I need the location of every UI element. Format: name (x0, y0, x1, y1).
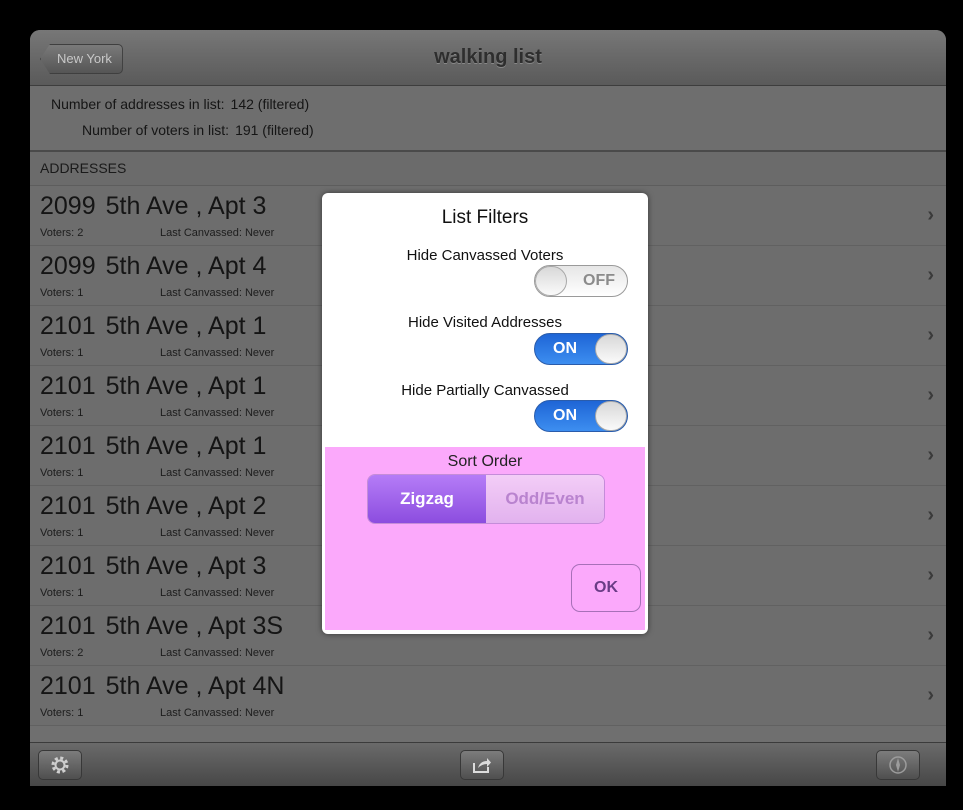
sort-order-segmented-control: Zigzag Odd/Even (367, 474, 605, 524)
address-text: 2099 5th Ave , Apt 4 (40, 252, 266, 281)
street-unit: 5th Ave , Apt 2 (105, 492, 267, 520)
address-row[interactable]: 2101 5th Ave , Apt 4N Voters: 1 Last Canvas… (30, 666, 946, 726)
settings-button[interactable] (38, 750, 82, 780)
compass-icon (889, 756, 907, 774)
last-canvassed: Last Canvassed: Never (160, 467, 275, 479)
street-unit: 5th Ave , Apt 3S (105, 612, 284, 640)
hide-partially-canvassed-label: Hide Partially Canvassed (401, 382, 569, 399)
address-count-line: Number of addresses in list: 142 (filtere… (51, 96, 309, 112)
navigation-bar: New York walking list (30, 30, 946, 86)
list-filters-dialog: List Filters Hide Canvassed Voters OFF H… (322, 193, 648, 634)
last-canvassed: Last Canvassed: Never (160, 227, 275, 239)
voter-count: Voters: 1 (40, 347, 84, 359)
voter-count: Voters: 2 (40, 227, 84, 239)
street-unit: 5th Ave , Apt 1 (105, 432, 267, 460)
hide-canvassed-voters-switch[interactable]: OFF (534, 265, 628, 297)
street-unit: 5th Ave , Apt 3 (105, 552, 267, 580)
hide-visited-addresses-label: Hide Visited Addresses (408, 314, 562, 331)
switch-knob (595, 334, 627, 364)
chevron-right-icon: › (927, 564, 934, 586)
last-canvassed: Last Canvassed: Never (160, 647, 275, 659)
hide-partially-canvassed-switch[interactable]: ON (534, 400, 628, 432)
switch-state-label: ON (553, 340, 577, 357)
address-text: 2101 5th Ave , Apt 2 (40, 492, 266, 521)
switch-state-label: ON (553, 407, 577, 424)
bottom-toolbar (30, 742, 946, 786)
sort-order-label: Sort Order (447, 453, 523, 470)
voter-count: Voters: 1 (40, 707, 84, 719)
voter-count-label: Number of voters in list: (82, 122, 230, 138)
street-number: 2101 (40, 432, 96, 460)
list-summary: Number of addresses in list: 142 (filtere… (30, 86, 946, 152)
switch-knob (535, 266, 567, 296)
voter-count: Voters: 2 (40, 647, 84, 659)
street-unit: 5th Ave , Apt 4 (105, 252, 267, 280)
last-canvassed: Last Canvassed: Never (160, 407, 275, 419)
address-text: 2101 5th Ave , Apt 3 (40, 552, 266, 581)
voter-count: Voters: 1 (40, 407, 84, 419)
chevron-right-icon: › (927, 504, 934, 526)
street-number: 2101 (40, 312, 96, 340)
voter-count: Voters: 1 (40, 467, 84, 479)
street-number: 2101 (40, 372, 96, 400)
chevron-right-icon: › (927, 324, 934, 346)
street-number: 2099 (40, 252, 96, 280)
address-text: 2101 5th Ave , Apt 1 (40, 312, 266, 341)
last-canvassed: Last Canvassed: Never (160, 287, 275, 299)
address-text: 2101 5th Ave , Apt 3S (40, 612, 283, 641)
street-unit: 5th Ave , Apt 1 (105, 372, 267, 400)
chevron-right-icon: › (927, 384, 934, 406)
share-icon (473, 758, 491, 773)
last-canvassed: Last Canvassed: Never (160, 347, 275, 359)
ok-button[interactable]: OK (571, 564, 641, 612)
voter-count: Voters: 1 (40, 587, 84, 599)
chevron-right-icon: › (927, 624, 934, 646)
street-number: 2101 (40, 492, 96, 520)
sort-option-odd-even[interactable]: Odd/Even (486, 475, 604, 523)
address-text: 2101 5th Ave , Apt 1 (40, 372, 266, 401)
voter-count: Voters: 1 (40, 527, 84, 539)
voter-count-line: Number of voters in list: 191 (filtered) (82, 122, 314, 138)
street-unit: 5th Ave , Apt 3 (105, 192, 267, 220)
location-button[interactable] (876, 750, 920, 780)
chevron-right-icon: › (927, 684, 934, 706)
chevron-right-icon: › (927, 264, 934, 286)
last-canvassed: Last Canvassed: Never (160, 707, 275, 719)
page-title: walking list (434, 46, 542, 68)
ipad-screen: New York walking list Number of addresse… (30, 30, 946, 786)
address-text: 2101 5th Ave , Apt 1 (40, 432, 266, 461)
street-unit: 5th Ave , Apt 4N (105, 672, 285, 700)
gear-icon (51, 756, 69, 774)
address-text: 2101 5th Ave , Apt 4N (40, 672, 284, 701)
section-header-addresses: ADDRESSES (30, 152, 946, 186)
hide-canvassed-voters-label: Hide Canvassed Voters (406, 247, 564, 264)
voter-count-value: 191 (filtered) (235, 122, 314, 138)
chevron-right-icon: › (927, 204, 934, 226)
last-canvassed: Last Canvassed: Never (160, 527, 275, 539)
sort-order-panel: Sort Order Zigzag Odd/Even OK (325, 447, 645, 630)
share-button[interactable] (460, 750, 504, 780)
sort-option-zigzag[interactable]: Zigzag (368, 475, 486, 523)
voter-count: Voters: 1 (40, 287, 84, 299)
hide-visited-addresses-switch[interactable]: ON (534, 333, 628, 365)
address-text: 2099 5th Ave , Apt 3 (40, 192, 266, 221)
switch-knob (595, 401, 627, 431)
last-canvassed: Last Canvassed: Never (160, 587, 275, 599)
street-number: 2101 (40, 552, 96, 580)
street-number: 2099 (40, 192, 96, 220)
street-number: 2101 (40, 672, 96, 700)
street-number: 2101 (40, 612, 96, 640)
switch-state-label: OFF (583, 272, 615, 289)
address-count-label: Number of addresses in list: (51, 96, 225, 112)
address-count-value: 142 (filtered) (230, 96, 310, 112)
street-unit: 5th Ave , Apt 1 (105, 312, 267, 340)
dialog-title: List Filters (441, 207, 529, 228)
chevron-right-icon: › (927, 444, 934, 466)
